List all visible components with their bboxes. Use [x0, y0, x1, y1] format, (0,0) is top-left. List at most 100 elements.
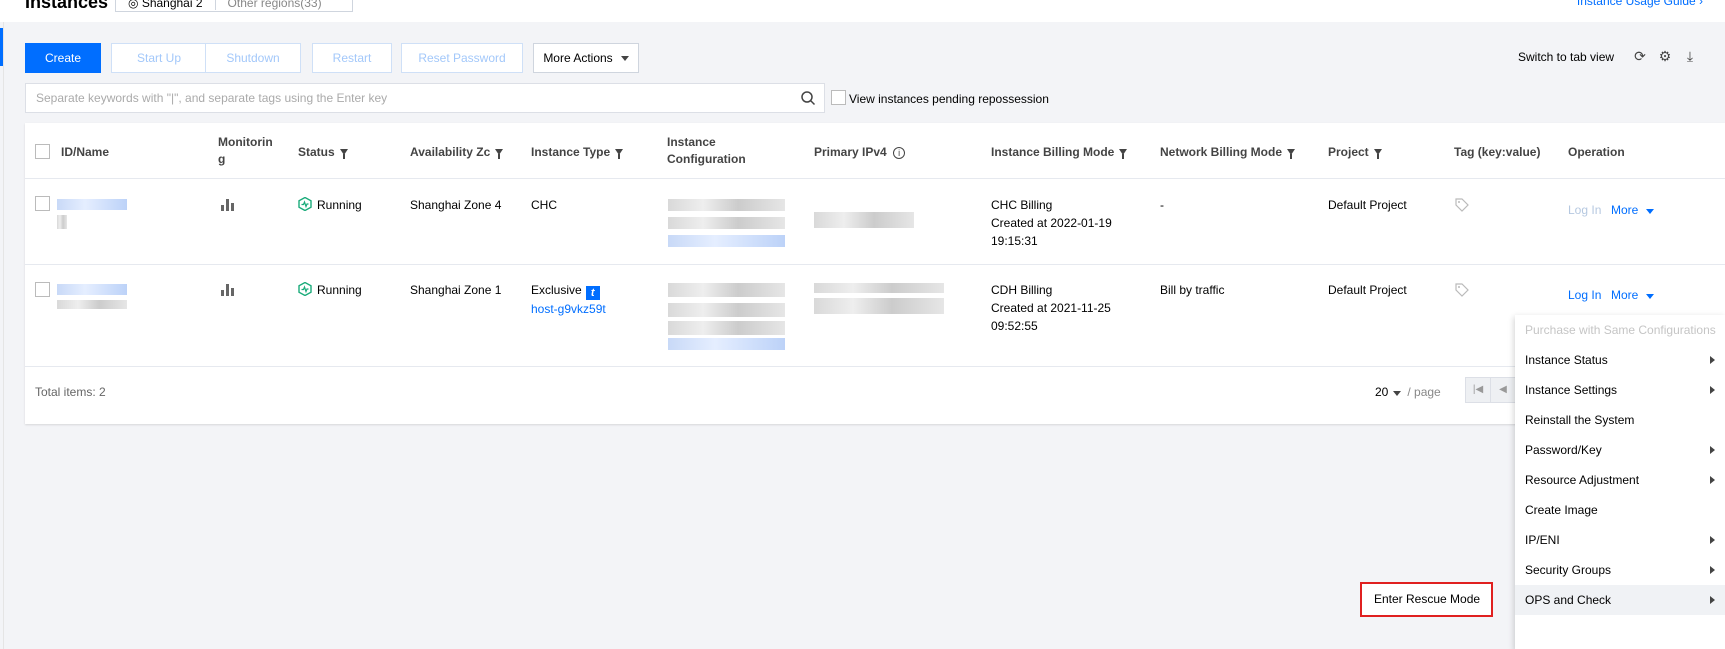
header-divider	[25, 178, 1725, 179]
info-icon[interactable]: i	[893, 147, 906, 159]
filter-icon[interactable]	[1287, 149, 1296, 159]
gear-icon[interactable]: ⚙	[1657, 48, 1673, 64]
filter-icon[interactable]	[1373, 149, 1382, 159]
az-cell: Shanghai Zone 4	[410, 198, 502, 212]
instances-table: ID/Name Monitorin g Status Availability Z…	[25, 123, 1725, 424]
top-header: Instances ◎ Shanghai 2 Other regions(33)…	[0, 0, 1725, 22]
row-checkbox[interactable]	[35, 196, 50, 211]
start-up-button[interactable]: Start Up	[111, 43, 207, 73]
config-redacted	[668, 321, 785, 335]
billing-cell: CDH Billing Created at 2021-11-25 09:52:55	[991, 283, 1111, 333]
ipv4-redacted	[814, 298, 944, 314]
col-primary-ipv4: Primary IPv4 i	[814, 144, 906, 161]
search-icon[interactable]	[800, 90, 816, 106]
chevron-right-icon	[1710, 356, 1715, 364]
total-items: Total items: 2	[35, 385, 106, 399]
instance-id-redacted[interactable]	[57, 284, 127, 295]
restart-button[interactable]: Restart	[312, 43, 392, 73]
tag-icon[interactable]	[1455, 198, 1469, 212]
col-operation: Operation	[1568, 145, 1625, 159]
refresh-icon[interactable]: ⟳	[1632, 48, 1648, 64]
config-redacted	[668, 217, 785, 229]
menu-item-ops-and-check[interactable]: OPS and Check	[1515, 585, 1725, 615]
login-link[interactable]: Log In	[1568, 201, 1601, 219]
chevron-right-icon	[1710, 476, 1715, 484]
more-actions-label: More Actions	[543, 51, 613, 65]
page-title: Instances	[25, 0, 109, 12]
filter-icon[interactable]	[615, 149, 624, 159]
region-tab-other[interactable]: Other regions(33)	[216, 0, 334, 10]
pending-label: View instances pending repossession	[849, 92, 1049, 106]
menu-item-create-image[interactable]: Create Image	[1515, 495, 1725, 525]
col-network-billing-mode[interactable]: Network Billing Mode	[1160, 144, 1296, 161]
left-nav-accent	[0, 28, 3, 66]
host-link[interactable]: host-g9vkz59t	[531, 302, 606, 316]
menu-item-ip-eni[interactable]: IP/ENI	[1515, 525, 1725, 555]
chevron-right-icon	[1710, 446, 1715, 454]
col-monitoring: Monitorin g	[218, 135, 273, 166]
region-tabs: ◎ Shanghai 2 Other regions(33)	[115, 0, 353, 12]
region-tab-active[interactable]: ◎ Shanghai 2	[116, 0, 216, 10]
row-checkbox[interactable]	[35, 282, 50, 297]
running-status-icon	[298, 197, 312, 211]
instance-type-cell: CHC	[531, 198, 557, 212]
filter-icon[interactable]	[339, 149, 348, 159]
menu-item-purchase-same-config[interactable]: Purchase with Same Configurations	[1515, 315, 1725, 345]
menu-item-security-groups[interactable]: Security Groups	[1515, 555, 1725, 585]
chevron-right-icon	[1710, 596, 1715, 604]
globe-icon: ◎	[128, 0, 142, 10]
project-cell: Default Project	[1328, 198, 1407, 212]
page-size-select[interactable]: 20/ page	[1375, 385, 1441, 399]
switch-tab-view-link[interactable]: Switch to tab view	[1518, 50, 1614, 64]
download-icon[interactable]: ⤓	[1682, 48, 1698, 64]
billing-cell: CHC Billing Created at 2022-01-19 19:15:31	[991, 198, 1112, 248]
more-actions-menu: Purchase with Same Configurations Instan…	[1515, 315, 1725, 649]
running-status-icon	[298, 282, 312, 296]
menu-item-password-key[interactable]: Password/Key	[1515, 435, 1725, 465]
first-page-icon[interactable]: |◀	[1465, 377, 1491, 403]
config-redacted	[668, 235, 785, 247]
monitoring-icon[interactable]	[221, 284, 235, 296]
shutdown-button[interactable]: Shutdown	[205, 43, 301, 73]
caret-down-icon	[620, 55, 629, 61]
instance-id-redacted[interactable]	[57, 199, 127, 210]
row-divider	[25, 264, 1725, 265]
ipv4-redacted[interactable]	[814, 212, 914, 228]
ipv4-redacted[interactable]	[814, 283, 944, 293]
left-divider	[3, 22, 4, 649]
menu-item-instance-settings[interactable]: Instance Settings	[1515, 375, 1725, 405]
col-status[interactable]: Status	[298, 144, 348, 161]
select-all-checkbox[interactable]	[35, 144, 50, 159]
menu-item-reinstall-system[interactable]: Reinstall the System	[1515, 405, 1725, 435]
col-instance-billing-mode[interactable]: Instance Billing Mode	[991, 144, 1128, 161]
col-instance-type[interactable]: Instance Type	[531, 144, 624, 161]
tag-icon[interactable]	[1455, 283, 1469, 297]
create-button[interactable]: Create	[25, 43, 101, 73]
monitoring-icon[interactable]	[221, 199, 235, 211]
network-billing-cell: Bill by traffic	[1160, 283, 1225, 297]
status-cell: Running	[298, 281, 362, 299]
more-dropdown[interactable]: More	[1611, 286, 1655, 304]
more-dropdown[interactable]: More	[1611, 201, 1655, 219]
col-tag: Tag (key:value)	[1454, 145, 1541, 159]
project-cell: Default Project	[1328, 283, 1407, 297]
instance-type-cell: Exclusive t host-g9vkz59t	[531, 283, 606, 316]
submenu-item-enter-rescue-mode[interactable]: Enter Rescue Mode	[1360, 582, 1493, 617]
filter-icon[interactable]	[1119, 149, 1128, 159]
caret-down-icon	[1646, 209, 1655, 214]
usage-guide-link[interactable]: Instance Usage Guide ›	[1577, 0, 1703, 8]
filter-icon[interactable]	[495, 149, 504, 159]
login-link[interactable]: Log In	[1568, 286, 1601, 304]
az-cell: Shanghai Zone 1	[410, 283, 502, 297]
status-cell: Running	[298, 196, 362, 214]
reset-password-button[interactable]: Reset Password	[401, 43, 523, 73]
menu-item-resource-adjustment[interactable]: Resource Adjustment	[1515, 465, 1725, 495]
search-input[interactable]	[26, 84, 786, 112]
col-project[interactable]: Project	[1328, 144, 1382, 161]
prev-page-icon[interactable]: ◀	[1490, 377, 1516, 403]
more-actions-dropdown[interactable]: More Actions	[533, 43, 639, 73]
col-availability-zone[interactable]: Availability Zc	[410, 144, 504, 161]
config-redacted	[668, 338, 785, 350]
pending-checkbox[interactable]	[831, 90, 846, 105]
menu-item-instance-status[interactable]: Instance Status	[1515, 345, 1725, 375]
